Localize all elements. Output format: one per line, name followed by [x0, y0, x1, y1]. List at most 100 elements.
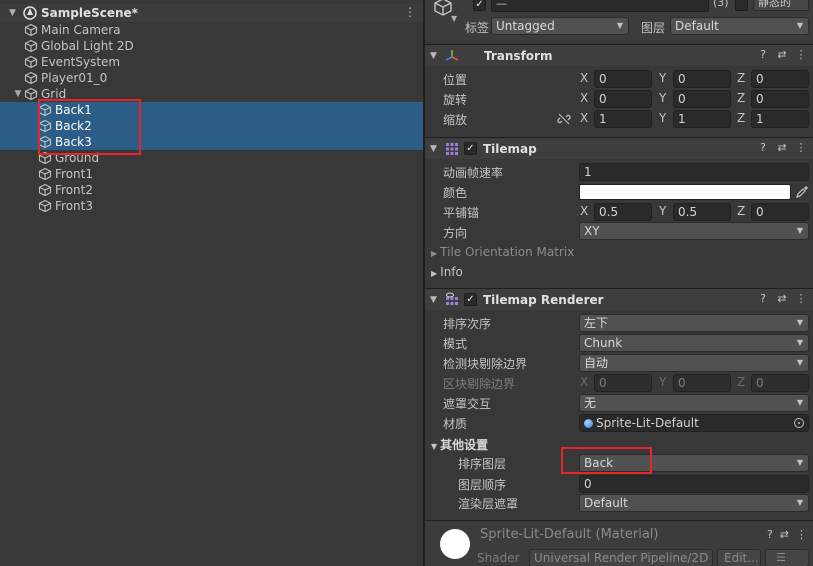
help-icon[interactable]: ?	[757, 292, 769, 305]
other-settings-foldout[interactable]: ▼ 其他设置	[431, 436, 488, 453]
preset-icon[interactable]: ⇄	[776, 48, 788, 61]
renderer-enabled-checkbox[interactable]: ✓	[464, 293, 477, 306]
layer-dropdown-value: Default	[675, 19, 719, 33]
help-icon[interactable]: ?	[757, 141, 769, 154]
bounds-y-axis: Y	[659, 375, 667, 389]
transform-fold-arrow[interactable]: ▼	[430, 51, 440, 61]
anim-frame-rate-field[interactable]: 1	[579, 163, 809, 181]
transform-header[interactable]: ▼ Transform ? ⇄ ⋮	[425, 44, 813, 66]
preset-icon[interactable]: ⇄	[780, 528, 789, 541]
preset-icon[interactable]: ⇄	[776, 292, 788, 305]
anchor-y-field[interactable]: 0.5	[673, 203, 731, 221]
help-icon[interactable]: ?	[767, 528, 773, 541]
anchor-y-axis: Y	[659, 204, 667, 218]
tile-orientation-matrix-foldout[interactable]: ▶ Tile Orientation Matrix	[431, 245, 574, 259]
scale-y-axis: Y	[659, 111, 667, 125]
scene-fold-arrow[interactable]: ▼	[9, 8, 21, 18]
sort-order-dropdown[interactable]: 左下 ▼	[579, 314, 809, 332]
position-x-axis: X	[580, 71, 589, 85]
position-z-field[interactable]: 0	[751, 70, 809, 88]
rotation-label: 旋转	[443, 93, 468, 107]
static-dropdown[interactable]: 静态的	[753, 0, 809, 11]
scene-name: SampleScene*	[41, 6, 138, 20]
rotation-y-field[interactable]: 0	[673, 90, 731, 108]
tilemap-title: Tilemap	[483, 141, 537, 156]
hierarchy-item-global-light-2d[interactable]: Global Light 2D	[0, 38, 423, 54]
hierarchy-item-player01-0[interactable]: Player01_0	[0, 70, 423, 86]
color-label: 颜色	[443, 186, 468, 200]
tilemap-enabled-checkbox[interactable]: ✓	[464, 142, 477, 155]
tag-dropdown[interactable]: Untagged ▼	[491, 17, 629, 35]
material-object-field[interactable]: Sprite-Lit-Default	[579, 414, 809, 432]
rotation-z-field[interactable]: 0	[751, 90, 809, 108]
shader-value: Universal Render Pipeline/2D	[534, 551, 709, 565]
mask-interaction-dropdown[interactable]: 无 ▼	[579, 394, 809, 412]
preset-icon[interactable]: ⇄	[776, 141, 788, 154]
order-in-layer-field[interactable]: 0	[579, 475, 809, 493]
chevron-right-icon: ▶	[431, 269, 438, 278]
scale-z-field[interactable]: 1	[751, 110, 809, 128]
other-settings-label: 其他设置	[440, 438, 489, 452]
mask-interaction-value: 无	[584, 396, 597, 410]
position-y-field[interactable]: 0	[673, 70, 731, 88]
position-x-field[interactable]: 0	[594, 70, 652, 88]
static-checkbox[interactable]	[735, 0, 748, 11]
tilemap-renderer-header[interactable]: ▼ ✓ Tilemap Renderer ? ⇄ ⋮	[425, 288, 813, 310]
sort-order-label: 排序次序	[443, 317, 492, 331]
hierarchy-item-front3[interactable]: Front3	[0, 198, 423, 214]
tag-dropdown-value: Untagged	[496, 19, 555, 33]
edit-shader-button: Edit...	[717, 549, 761, 566]
hierarchy-item-eventsystem[interactable]: EventSystem	[0, 54, 423, 70]
tilemap-grid-icon	[446, 142, 458, 155]
hierarchy-item-label: Front1	[55, 167, 93, 181]
renderer-fold-arrow[interactable]: ▼	[430, 295, 440, 305]
icon-dropdown-caret-icon[interactable]: ▼	[451, 14, 457, 23]
active-checkbox[interactable]: ✓	[473, 0, 486, 11]
rendering-layer-mask-dropdown[interactable]: Default ▼	[579, 494, 809, 512]
component-menu-icon[interactable]: ⋮	[795, 48, 807, 61]
gameobject-cube-icon	[24, 87, 38, 101]
scene-menu-icon[interactable]: ⋮	[404, 5, 416, 19]
orientation-dropdown[interactable]: XY ▼	[579, 222, 809, 240]
chevron-down-icon: ▼	[796, 21, 803, 30]
hierarchy-item-front1[interactable]: Front1	[0, 166, 423, 182]
help-icon[interactable]: ?	[757, 48, 769, 61]
position-label: 位置	[443, 73, 468, 87]
gameobject-cube-icon	[24, 39, 38, 53]
scene-row[interactable]: ▼ SampleScene* ⋮	[0, 4, 423, 22]
component-menu-icon[interactable]: ⋮	[795, 141, 807, 154]
transform-header-icons: ? ⇄ ⋮	[757, 48, 807, 61]
hierarchy-item-front2[interactable]: Front2	[0, 182, 423, 198]
mode-dropdown[interactable]: Chunk ▼	[579, 334, 809, 352]
hierarchy-item-label: Front2	[55, 183, 93, 197]
tilemap-fold-arrow[interactable]: ▼	[430, 144, 440, 154]
object-picker-icon[interactable]	[794, 418, 804, 428]
rotation-y-axis: Y	[659, 91, 667, 105]
layer-label: 图层	[641, 21, 666, 35]
detect-chunk-culling-dropdown[interactable]: 自动 ▼	[579, 354, 809, 372]
material-title: Sprite-Lit-Default (Material)	[480, 527, 659, 542]
material-header-icons: ? ⇄ ⋮	[767, 528, 807, 541]
chevron-down-icon: ▼	[616, 21, 623, 30]
scale-y-field[interactable]: 1	[673, 110, 731, 128]
chevron-down-icon[interactable]: ▼	[12, 89, 24, 99]
info-foldout[interactable]: ▶ Info	[431, 265, 463, 279]
tilemap-header[interactable]: ▼ ✓ Tilemap ? ⇄ ⋮	[425, 137, 813, 159]
rotation-x-field[interactable]: 0	[594, 90, 652, 108]
anchor-x-field[interactable]: 0.5	[594, 203, 652, 221]
gameobject-name-field[interactable]: —	[491, 0, 709, 12]
eyedropper-icon[interactable]	[795, 185, 809, 199]
color-swatch-field[interactable]	[579, 184, 791, 200]
anchor-z-field[interactable]: 0	[751, 203, 809, 221]
hierarchy-item-main-camera[interactable]: Main Camera	[0, 22, 423, 38]
order-in-layer-label: 图层顺序	[458, 478, 507, 492]
component-menu-icon[interactable]: ⋮	[795, 292, 807, 305]
material-value: Sprite-Lit-Default	[596, 416, 699, 430]
layer-dropdown[interactable]: Default ▼	[670, 17, 809, 35]
component-menu-icon[interactable]: ⋮	[796, 528, 807, 541]
renderer-header-icons: ? ⇄ ⋮	[757, 292, 807, 305]
scale-x-field[interactable]: 1	[594, 110, 652, 128]
info-label: Info	[440, 265, 463, 279]
constrain-proportions-link-icon[interactable]	[557, 112, 571, 126]
rotation-z-axis: Z	[737, 91, 746, 105]
